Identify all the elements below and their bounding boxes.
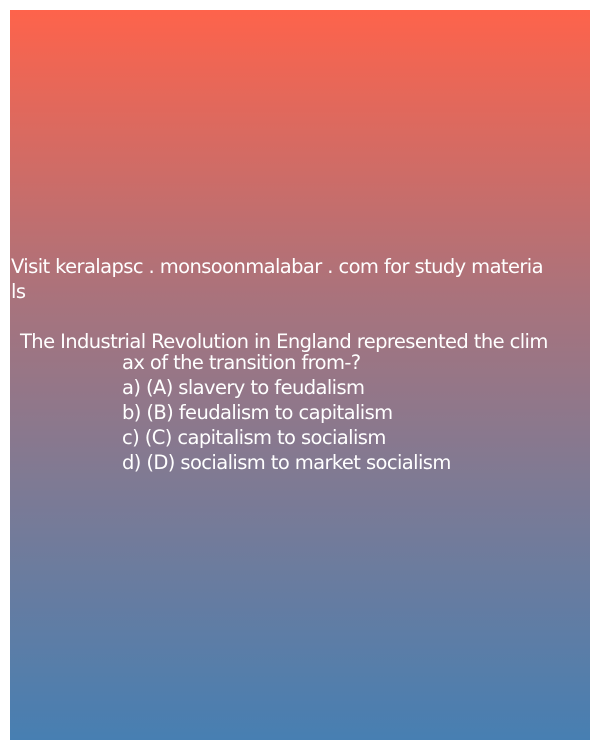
option-c: c) (C) capitalism to socialism (122, 426, 386, 449)
question-card: Visit keralapsc . monsoonmalabar . com f… (10, 10, 590, 740)
option-b: b) (B) feudalism to capitalism (122, 401, 393, 424)
question-text-line-2: ax of the transition from-? (122, 351, 361, 374)
option-a: a) (A) slavery to feudalism (122, 376, 365, 399)
promo-text-line-1: Visit keralapsc . monsoonmalabar . com f… (11, 255, 544, 278)
option-d: d) (D) socialism to market socialism (122, 451, 451, 474)
promo-text-line-2: ls (11, 280, 26, 303)
